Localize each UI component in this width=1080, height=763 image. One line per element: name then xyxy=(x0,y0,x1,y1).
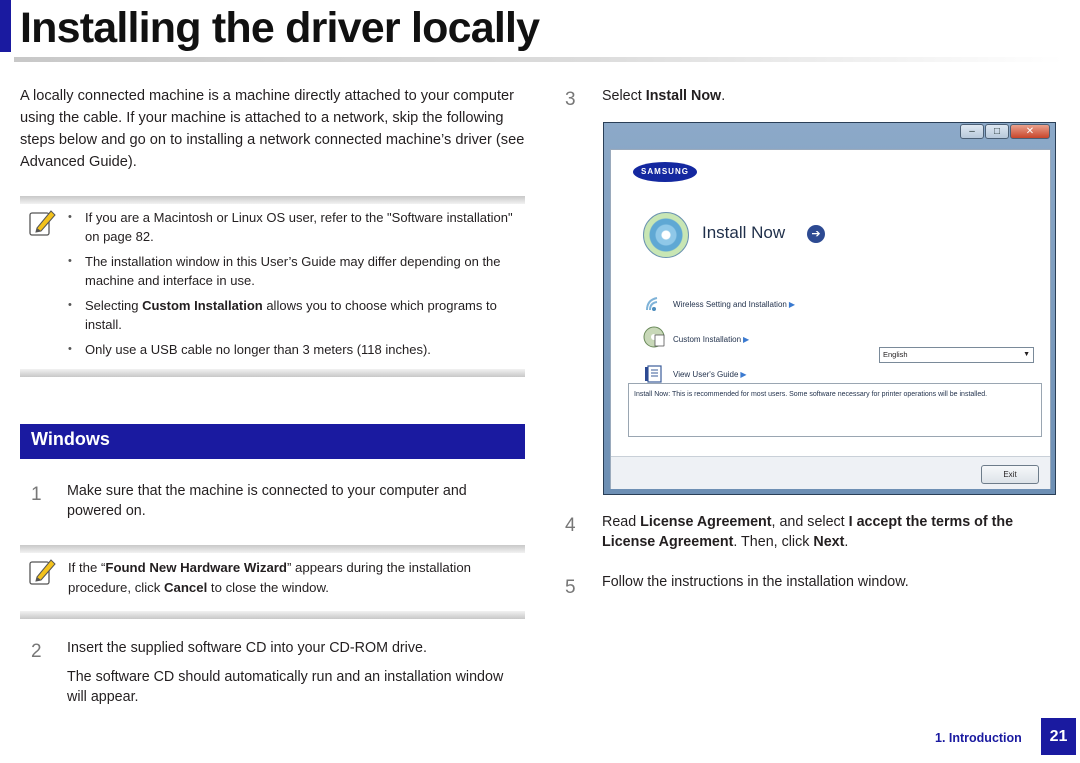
title-accent-bar xyxy=(0,0,11,52)
option-view-users-guide[interactable]: View User's Guide ▶ xyxy=(673,370,747,379)
step-text-part: Select xyxy=(602,88,646,104)
arrow-right-icon[interactable]: ➔ xyxy=(807,225,825,243)
step-1-text: Make sure that the machine is connected … xyxy=(67,483,467,519)
step-2-text-2: The software CD should automatically run… xyxy=(67,669,504,705)
note-2-text: If the “Found New Hardware Wizard” appea… xyxy=(68,558,518,598)
step-text-part: . xyxy=(721,88,726,104)
exit-button[interactable]: Exit xyxy=(981,465,1039,484)
windows-heading: Windows xyxy=(31,429,110,449)
step-4-number: 4 xyxy=(565,515,576,536)
page-number: 21 xyxy=(1041,718,1076,755)
option-label: Wireless Setting and Installation xyxy=(673,300,787,309)
step-5-text: Follow the instructions in the installat… xyxy=(602,574,909,590)
chevron-right-icon: ▶ xyxy=(743,335,750,344)
step-2-text: Insert the supplied software CD into you… xyxy=(67,640,427,656)
guide-icon xyxy=(645,365,662,383)
step-3-number: 3 xyxy=(565,89,576,110)
note-box-1: If you are a Macintosh or Linux OS user,… xyxy=(20,196,525,377)
note-item-text: If you are a Macintosh or Linux OS user,… xyxy=(85,210,513,244)
note-item-text: Only use a USB cable no longer than 3 me… xyxy=(85,342,431,357)
note-list: If you are a Macintosh or Linux OS user,… xyxy=(68,208,524,365)
maximize-icon[interactable]: □ xyxy=(985,124,1009,139)
option-custom-installation[interactable]: Custom Installation ▶ xyxy=(673,335,749,344)
chevron-right-icon: ▶ xyxy=(788,300,795,309)
language-select[interactable]: English ▼ xyxy=(879,347,1034,363)
option-label: Custom Installation xyxy=(673,335,742,344)
description-box: Install Now: This is recommended for mos… xyxy=(628,383,1042,437)
step-5-number: 5 xyxy=(565,577,576,598)
step-3-text: Select Install Now. xyxy=(602,86,725,106)
note-bottom-border xyxy=(20,611,525,619)
note-item: The installation window in this User’s G… xyxy=(68,252,524,290)
window-controls: – □ ✕ xyxy=(960,124,1050,139)
note-top-border xyxy=(20,196,525,204)
cd-icon xyxy=(643,212,689,258)
note-item: Selecting Custom Installation allows you… xyxy=(68,296,524,334)
footer-section-link[interactable]: 1. Introduction xyxy=(935,731,1022,745)
chevron-down-icon: ▼ xyxy=(1023,351,1030,358)
step-text-part: . Then, click xyxy=(733,534,814,550)
note-text-part: to close the window. xyxy=(207,580,329,595)
custom-install-icon xyxy=(643,326,665,348)
note-text-bold: Found New Hardware Wizard xyxy=(105,560,287,575)
intro-paragraph: A locally connected machine is a machine… xyxy=(20,88,525,170)
title-divider xyxy=(14,57,1064,62)
wireless-icon xyxy=(646,297,658,311)
note-item-text: Selecting xyxy=(85,298,143,313)
note-item: If you are a Macintosh or Linux OS user,… xyxy=(68,208,524,246)
chevron-right-icon: ▶ xyxy=(740,370,747,379)
installer-footer: Exit xyxy=(611,456,1050,489)
pencil-note-icon xyxy=(29,210,56,236)
step-4-text: Read License Agreement, and select I acc… xyxy=(602,512,1062,552)
installer-window: SAMSUNG Install Now ➔ Wireless Setting a… xyxy=(610,149,1051,489)
note-text-bold: Cancel xyxy=(164,580,208,595)
windows-section-header: Windows xyxy=(20,424,525,459)
minimize-icon[interactable]: – xyxy=(960,124,984,139)
note-item-bold: Custom Installation xyxy=(142,298,263,313)
step-1-number: 1 xyxy=(31,484,42,505)
note-top-border xyxy=(20,545,525,553)
pencil-note-icon xyxy=(29,559,56,585)
option-wireless-setting[interactable]: Wireless Setting and Installation ▶ xyxy=(673,300,795,309)
page-title: Installing the driver locally xyxy=(20,4,540,52)
note-item-text: The installation window in this User’s G… xyxy=(85,254,501,288)
step-text-part: . xyxy=(844,534,849,550)
step-text-bold: License Agreement xyxy=(640,514,772,530)
note-item: Only use a USB cable no longer than 3 me… xyxy=(68,340,524,359)
installer-screenshot: – □ ✕ SAMSUNG Install Now ➔ Wireless Set… xyxy=(603,122,1056,495)
step-text-part: Read xyxy=(602,514,641,530)
note-bottom-border xyxy=(20,369,525,377)
step-text-part: , and select xyxy=(771,514,849,530)
language-select-value: English xyxy=(883,350,908,359)
install-now-label[interactable]: Install Now xyxy=(702,223,785,243)
step-text-bold: Next xyxy=(813,534,845,550)
step-2-number: 2 xyxy=(31,641,42,662)
samsung-logo: SAMSUNG xyxy=(633,162,697,182)
note-box-2: If the “Found New Hardware Wizard” appea… xyxy=(20,545,525,619)
option-label: View User's Guide xyxy=(673,370,739,379)
close-icon[interactable]: ✕ xyxy=(1010,124,1050,139)
step-text-bold: Install Now xyxy=(645,88,722,104)
note-text-part: If the “ xyxy=(68,560,106,575)
